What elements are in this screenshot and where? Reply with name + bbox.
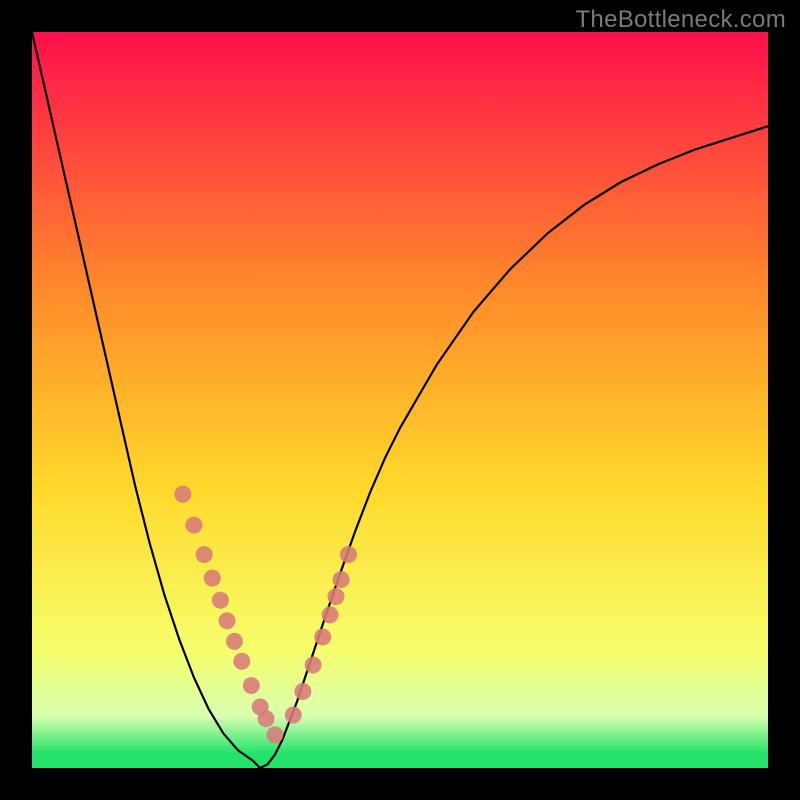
highlight-dot xyxy=(226,633,243,650)
highlight-dot xyxy=(243,677,260,694)
highlight-dot xyxy=(266,726,283,743)
highlight-dot xyxy=(204,570,221,587)
plot-area xyxy=(32,32,768,768)
chart-svg xyxy=(32,32,768,768)
highlight-dot xyxy=(233,653,250,670)
highlight-dot xyxy=(333,571,350,588)
gradient-background xyxy=(32,32,768,768)
highlight-dot xyxy=(322,606,339,623)
highlight-dot xyxy=(314,628,331,645)
highlight-dot xyxy=(174,486,191,503)
highlight-dot xyxy=(305,656,322,673)
highlight-dot xyxy=(340,546,357,563)
highlight-dot xyxy=(327,588,344,605)
highlight-dot xyxy=(185,517,202,534)
highlight-dot xyxy=(258,710,275,727)
watermark-text: TheBottleneck.com xyxy=(575,6,786,34)
highlight-dot xyxy=(219,612,236,629)
chart-stage: TheBottleneck.com xyxy=(0,0,800,800)
highlight-dot xyxy=(294,683,311,700)
highlight-dot xyxy=(285,707,302,724)
highlight-dot xyxy=(196,546,213,563)
highlight-dot xyxy=(212,592,229,609)
